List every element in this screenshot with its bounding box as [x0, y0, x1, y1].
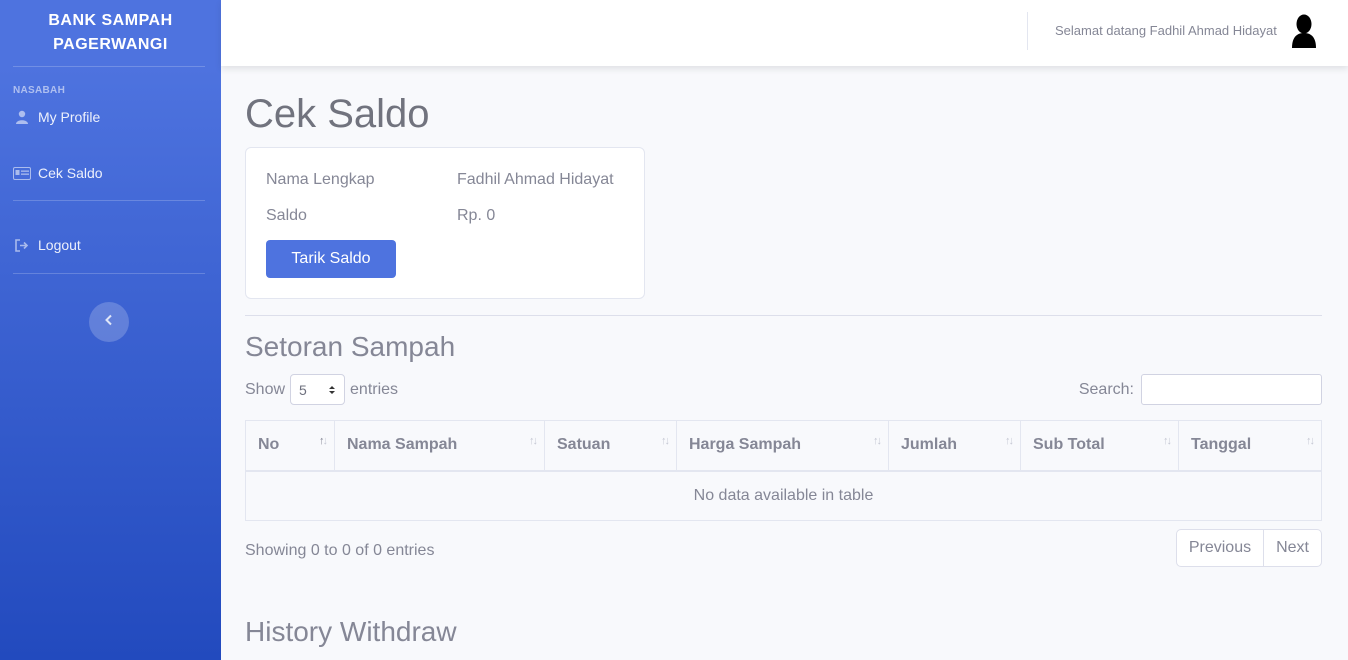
entries-length-control: Show 5 entries: [245, 374, 398, 405]
column-header-label: Tanggal: [1191, 436, 1252, 454]
column-header-label: Harga Sampah: [689, 436, 802, 454]
sidebar-brand[interactable]: BANK SAMPAH PAGERWANGI: [0, 0, 221, 66]
sidebar-item-label: Cek Saldo: [38, 165, 103, 181]
search-label: Search:: [1078, 380, 1134, 398]
search-input[interactable]: [1141, 374, 1322, 405]
sidebar: BANK SAMPAH PAGERWANGI NASABAH My Profil…: [0, 0, 221, 660]
column-header-satuan[interactable]: Satuan ↑↓: [544, 420, 677, 472]
column-header-jumlah[interactable]: Jumlah ↑↓: [888, 420, 1021, 472]
sort-icon: ↑↓: [873, 435, 882, 447]
sidebar-divider: [13, 200, 205, 201]
search-control: Search:: [1079, 374, 1322, 405]
sidebar-item-label: My Profile: [38, 109, 101, 125]
sort-icon: ↑↓: [1163, 435, 1172, 447]
sidebar-item-logout[interactable]: Logout: [0, 230, 221, 260]
setoran-table: No ↑↓ Nama Sampah ↑↓ Satuan ↑↓ Harga Sampah…: [245, 420, 1322, 521]
sort-icon: ↑↓: [319, 435, 328, 447]
column-header-tanggal[interactable]: Tanggal ↑↓: [1178, 420, 1322, 472]
column-header-label: No: [258, 436, 280, 454]
sidebar-item-my-profile[interactable]: My Profile: [0, 102, 221, 132]
id-card-icon: [13, 166, 31, 180]
entries-select-value: 5: [299, 381, 307, 398]
column-header-label: Satuan: [557, 436, 611, 454]
table-header-row: No ↑↓ Nama Sampah ↑↓ Satuan ↑↓ Harga Sampah…: [245, 420, 1322, 472]
sort-icon: ↑↓: [1005, 435, 1014, 447]
sidebar-item-cek-saldo[interactable]: Cek Saldo: [0, 158, 221, 188]
sort-updown-icon: [328, 382, 336, 398]
sidebar-divider: [13, 273, 205, 274]
history-title: History Withdraw: [245, 616, 457, 647]
previous-button[interactable]: Previous: [1177, 530, 1263, 566]
page-title: Cek Saldo: [245, 92, 430, 136]
column-header-harga-sampah[interactable]: Harga Sampah ↑↓: [676, 420, 889, 472]
chevron-left-icon: [104, 313, 114, 331]
brand-line-2: PAGERWANGI: [53, 36, 168, 53]
entries-label: entries: [350, 380, 399, 398]
sort-icon: ↑↓: [529, 435, 538, 447]
topbar: Selamat datang Fadhil Ahmad Hidayat: [221, 0, 1348, 66]
balance-label: Saldo: [266, 207, 307, 224]
welcome-text[interactable]: Selamat datang Fadhil Ahmad Hidayat: [1055, 23, 1277, 38]
column-header-label: Jumlah: [901, 436, 958, 454]
name-value: Fadhil Ahmad Hidayat: [457, 171, 614, 188]
entries-select[interactable]: 5: [290, 374, 346, 405]
column-header-nama-sampah[interactable]: Nama Sampah ↑↓: [334, 420, 545, 472]
column-header-label: Sub Total: [1033, 436, 1105, 454]
column-header-label: Nama Sampah: [347, 436, 458, 454]
sign-out-icon: [13, 238, 31, 252]
next-button[interactable]: Next: [1263, 530, 1321, 566]
setoran-title: Setoran Sampah: [245, 331, 456, 362]
balance-value: Rp. 0: [457, 207, 496, 224]
pagination: Previous Next: [1175, 529, 1322, 567]
withdraw-button[interactable]: Tarik Saldo: [266, 240, 396, 278]
brand-line-1: BANK SAMPAH: [48, 12, 173, 29]
user-icon: [13, 110, 31, 124]
empty-table-message: No data available in table: [245, 470, 1322, 521]
sidebar-item-label: Logout: [38, 237, 81, 253]
sidebar-heading: NASABAH: [13, 85, 66, 96]
sort-icon: ↑↓: [1306, 435, 1315, 447]
column-header-sub-total[interactable]: Sub Total ↑↓: [1020, 420, 1179, 472]
name-label: Nama Lengkap: [266, 171, 375, 188]
column-header-no[interactable]: No ↑↓: [245, 420, 335, 472]
show-label: Show: [245, 380, 286, 398]
table-row: No data available in table: [245, 470, 1322, 521]
account-card: Nama Lengkap Fadhil Ahmad Hidayat Saldo …: [245, 147, 645, 299]
section-divider: [245, 315, 1322, 316]
sidebar-toggle-button[interactable]: [89, 302, 129, 342]
avatar-icon[interactable]: [1290, 14, 1318, 48]
sort-icon: ↑↓: [661, 435, 670, 447]
topbar-divider: [1027, 12, 1028, 50]
table-info: Showing 0 to 0 of 0 entries: [245, 542, 435, 559]
